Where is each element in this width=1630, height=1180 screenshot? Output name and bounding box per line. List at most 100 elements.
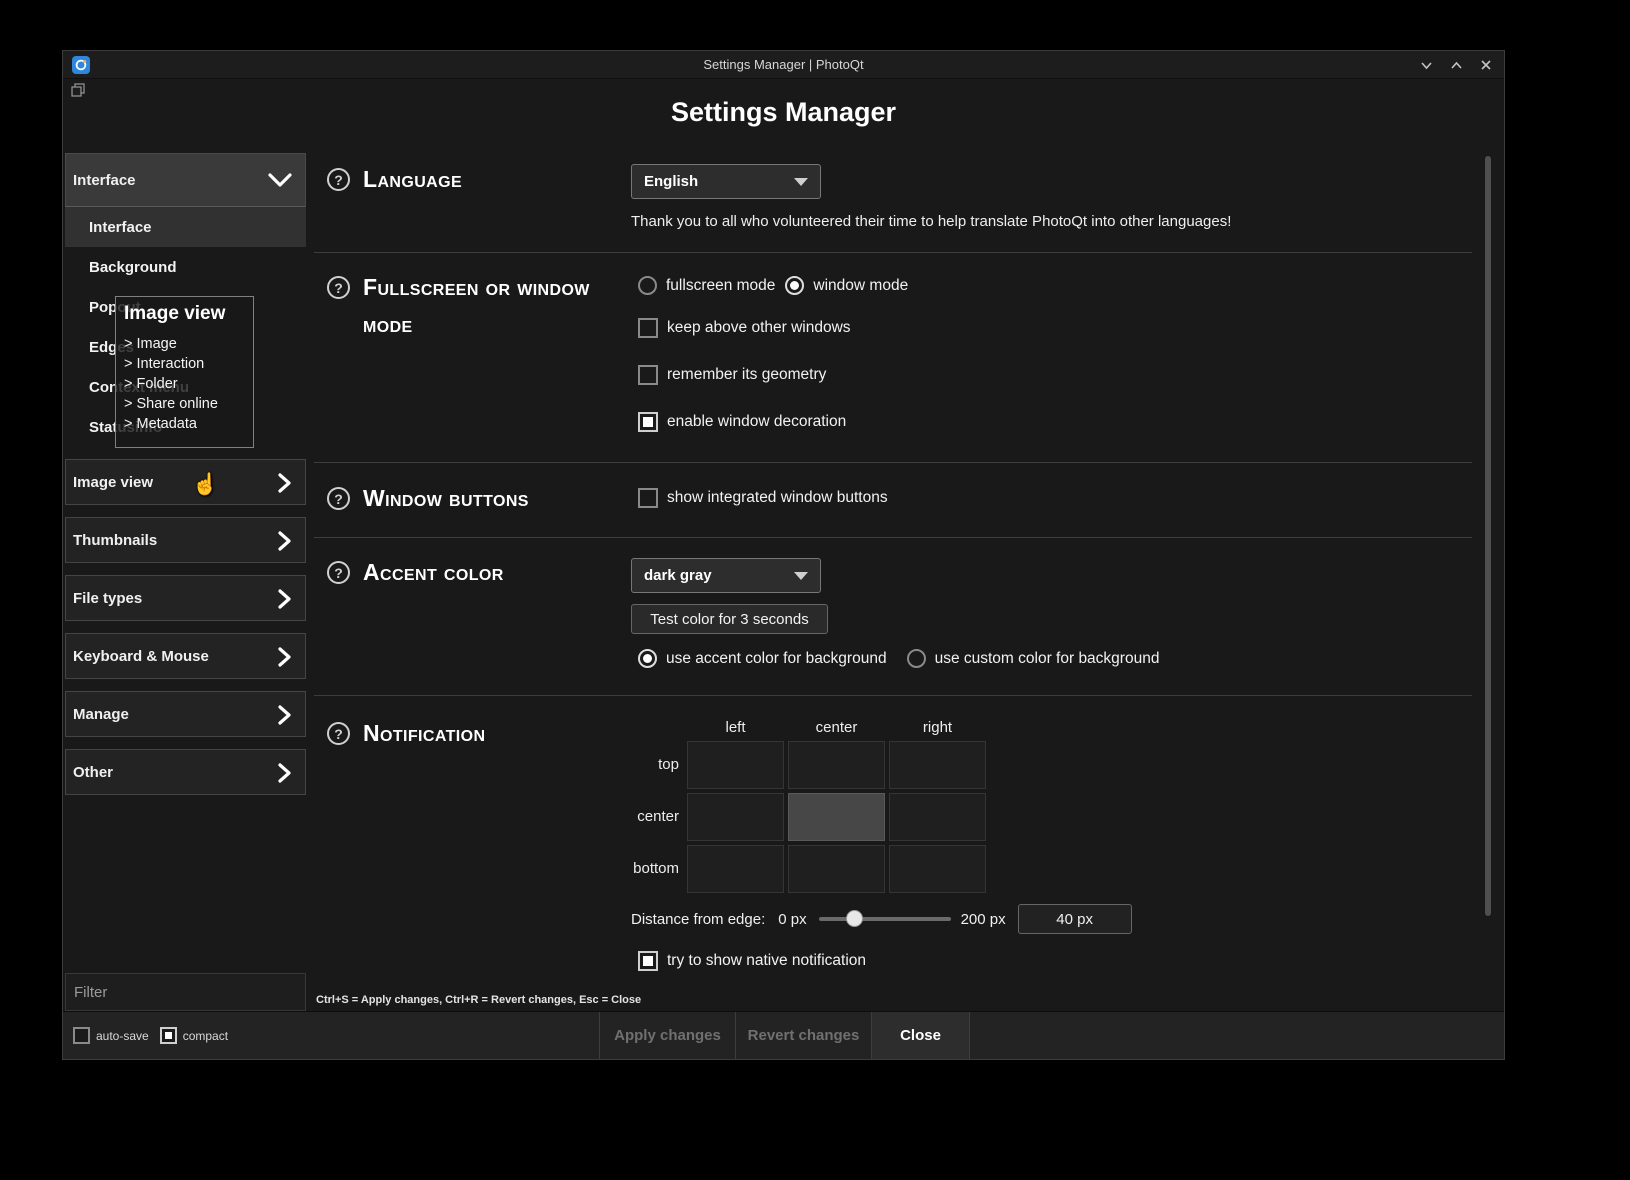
sidebar-category-label: Other xyxy=(73,764,113,781)
notification-cell-center-right[interactable] xyxy=(889,793,986,841)
sidebar-category-other[interactable]: Other xyxy=(65,749,306,795)
native-notification-checkbox[interactable] xyxy=(638,951,658,971)
window-decoration-checkbox[interactable] xyxy=(638,412,658,432)
sidebar-category-image-view[interactable]: Image view xyxy=(65,459,306,505)
accent-color-dropdown[interactable]: dark gray xyxy=(631,558,821,593)
help-icon[interactable]: ? xyxy=(327,276,350,299)
keep-above-checkbox[interactable] xyxy=(638,318,658,338)
slider-handle[interactable] xyxy=(846,910,863,927)
accent-color-dropdown-value: dark gray xyxy=(644,567,712,584)
tooltip-item: > Image xyxy=(124,334,245,354)
notification-cell-top-right[interactable] xyxy=(889,741,986,789)
distance-value-box[interactable]: 40 px xyxy=(1018,904,1132,934)
sidebar-subitem-background[interactable]: Background xyxy=(65,247,306,287)
scrollbar-thumb[interactable] xyxy=(1485,156,1491,916)
slider-track xyxy=(819,917,951,921)
grid-row-label-top: top xyxy=(631,741,687,789)
page-title: Settings Manager xyxy=(63,97,1504,128)
close-icon[interactable] xyxy=(1478,57,1494,73)
use-accent-color-label[interactable]: use accent color for background xyxy=(666,650,887,668)
tooltip-title: Image view xyxy=(124,303,245,325)
remember-geometry-label[interactable]: remember its geometry xyxy=(667,366,826,384)
sidebar-category-keyboard-mouse[interactable]: Keyboard & Mouse xyxy=(65,633,306,679)
section-title: Fullscreen or window mode xyxy=(363,269,631,343)
help-icon[interactable]: ? xyxy=(327,168,350,191)
sidebar-category-interface[interactable]: Interface xyxy=(65,153,306,207)
help-icon[interactable]: ? xyxy=(327,561,350,584)
sidebar-category-thumbnails[interactable]: Thumbnails xyxy=(65,517,306,563)
sidebar-category-file-types[interactable]: File types xyxy=(65,575,306,621)
notification-cell-center-center[interactable] xyxy=(788,793,885,841)
notification-cell-center-left[interactable] xyxy=(687,793,784,841)
integrated-buttons-checkbox[interactable] xyxy=(638,488,658,508)
sidebar-category-manage[interactable]: Manage xyxy=(65,691,306,737)
window-mode-radio[interactable] xyxy=(785,276,804,295)
notification-cell-top-center[interactable] xyxy=(788,741,885,789)
window-decoration-label[interactable]: enable window decoration xyxy=(667,413,846,431)
chevron-right-icon xyxy=(277,530,292,552)
revert-changes-button[interactable]: Revert changes xyxy=(735,1012,871,1059)
notification-cell-bottom-left[interactable] xyxy=(687,845,784,893)
chevron-down-icon xyxy=(267,172,293,188)
fullscreen-mode-radio[interactable] xyxy=(638,276,657,295)
sidebar-category-label: Manage xyxy=(73,706,129,723)
fullscreen-mode-label[interactable]: fullscreen mode xyxy=(666,277,775,295)
detach-window-icon[interactable] xyxy=(71,83,85,97)
notification-cell-bottom-right[interactable] xyxy=(889,845,986,893)
section-notification: ? Notification left center right top xyxy=(314,696,1472,988)
apply-changes-button[interactable]: Apply changes xyxy=(599,1012,735,1059)
titlebar: Settings Manager | PhotoQt xyxy=(63,51,1504,79)
tooltip-item: > Folder xyxy=(124,374,245,394)
distance-max: 200 px xyxy=(961,911,1006,928)
use-custom-color-radio[interactable] xyxy=(907,649,926,668)
compact-checkbox[interactable] xyxy=(160,1027,177,1044)
mouse-cursor-hand: ☝ xyxy=(192,473,218,497)
tooltip-item: > Metadata xyxy=(124,414,245,434)
distance-slider[interactable] xyxy=(819,909,951,929)
filter-input[interactable] xyxy=(65,973,306,1011)
autosave-label[interactable]: auto-save xyxy=(96,1029,149,1043)
section-title: Window buttons xyxy=(363,480,529,517)
use-accent-color-radio[interactable] xyxy=(638,649,657,668)
language-dropdown-value: English xyxy=(644,173,698,190)
distance-min: 0 px xyxy=(778,911,806,928)
grid-col-label-left: left xyxy=(687,719,784,736)
native-notification-label[interactable]: try to show native notification xyxy=(667,952,866,970)
test-color-button[interactable]: Test color for 3 seconds xyxy=(631,604,828,634)
autosave-checkbox[interactable] xyxy=(73,1027,90,1044)
language-dropdown[interactable]: English xyxy=(631,164,821,199)
integrated-buttons-label[interactable]: show integrated window buttons xyxy=(667,489,888,507)
sidebar-category-label: File types xyxy=(73,590,142,607)
sidebar-subitem-interface[interactable]: Interface xyxy=(65,207,306,247)
sidebar-category-label: Image view xyxy=(73,474,153,491)
chevron-right-icon xyxy=(277,704,292,726)
maximize-icon[interactable] xyxy=(1448,57,1464,73)
help-icon[interactable]: ? xyxy=(327,722,350,745)
grid-row-label-center: center xyxy=(631,793,687,841)
dropdown-caret-icon xyxy=(794,178,808,186)
sidebar-category-label: Keyboard & Mouse xyxy=(73,648,209,665)
chevron-right-icon xyxy=(277,588,292,610)
notification-position-grid: left center right top center xyxy=(631,719,1472,893)
remember-geometry-checkbox[interactable] xyxy=(638,365,658,385)
sidebar-category-label: Interface xyxy=(73,172,136,189)
sidebar-category-label: Thumbnails xyxy=(73,532,157,549)
titlebar-title: Settings Manager | PhotoQt xyxy=(63,57,1504,72)
help-icon[interactable]: ? xyxy=(327,487,350,510)
section-title: Accent color xyxy=(363,554,504,591)
close-button[interactable]: Close xyxy=(871,1012,969,1059)
sidebar-filter xyxy=(65,973,306,1011)
compact-label[interactable]: compact xyxy=(183,1029,228,1043)
bottom-bar: auto-save compact Apply changes Revert c… xyxy=(63,1011,1504,1059)
minimize-icon[interactable] xyxy=(1418,57,1434,73)
section-title: Notification xyxy=(363,715,485,752)
notification-cell-bottom-center[interactable] xyxy=(788,845,885,893)
use-custom-color-label[interactable]: use custom color for background xyxy=(935,650,1160,668)
keep-above-label[interactable]: keep above other windows xyxy=(667,319,851,337)
section-fullscreen-mode: ? Fullscreen or window mode fullscreen m… xyxy=(314,253,1472,463)
window-mode-label[interactable]: window mode xyxy=(813,277,908,295)
dropdown-caret-icon xyxy=(794,572,808,580)
section-language: ? Language English Thank you to all who … xyxy=(314,153,1472,253)
notification-cell-top-left[interactable] xyxy=(687,741,784,789)
section-title: Language xyxy=(363,161,462,198)
